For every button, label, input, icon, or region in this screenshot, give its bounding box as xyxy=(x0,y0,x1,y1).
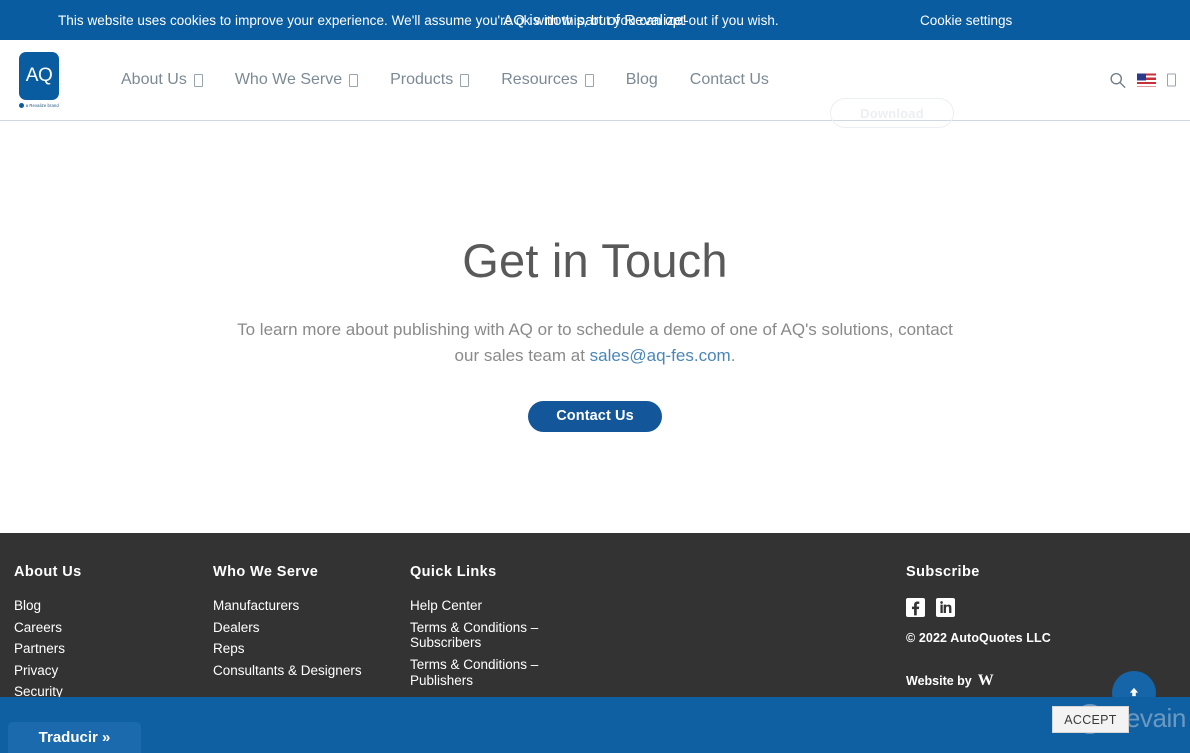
footer-link-blog[interactable]: Blog xyxy=(14,598,213,613)
nav-label: Products xyxy=(390,71,454,88)
footer-link-dealers[interactable]: Dealers xyxy=(213,620,410,635)
aq-logo-icon: AQ xyxy=(19,52,59,100)
nav-label: About Us xyxy=(121,71,187,88)
logo-tagline: a Revalize brand xyxy=(19,103,59,108)
cookie-banner-text: This website uses cookies to improve you… xyxy=(58,13,779,28)
footer-column-about-us: About Us Blog Careers Partners Privacy S… xyxy=(14,564,213,706)
footer-column-who-we-serve: Who We Serve Manufacturers Dealers Reps … xyxy=(213,564,410,706)
linkedin-icon[interactable] xyxy=(936,598,955,617)
search-icon[interactable] xyxy=(1109,72,1126,89)
nav-item-resources[interactable]: Resources xyxy=(485,71,609,89)
footer-heading: Who We Serve xyxy=(213,564,319,580)
page-title: Get in Touch xyxy=(462,234,728,287)
footer-link-consultants[interactable]: Consultants & Designers xyxy=(213,663,410,678)
logo-tagline-text: a Revalize brand xyxy=(25,103,59,108)
flag-canton xyxy=(1137,73,1146,81)
nav-label: Who We Serve xyxy=(234,71,343,88)
nav-item-about-us[interactable]: About Us xyxy=(105,71,219,89)
nav-label: Contact Us xyxy=(689,71,769,88)
facebook-icon[interactable] xyxy=(906,598,925,617)
footer-columns: About Us Blog Careers Partners Privacy S… xyxy=(14,564,1176,706)
intro-text-after: . xyxy=(730,346,736,365)
agency-logo-icon[interactable]: W xyxy=(978,672,994,690)
download-button[interactable]: Download xyxy=(830,98,954,128)
footer-link-terms-subscribers[interactable]: Terms & Conditions – Subscribers xyxy=(410,620,560,651)
footer-link-partners[interactable]: Partners xyxy=(14,641,213,656)
chevron-down-icon xyxy=(349,73,359,87)
primary-nav: About Us Who We Serve Products Resources… xyxy=(105,71,785,89)
header-utilities xyxy=(1109,72,1176,89)
cookie-accept-button[interactable]: ACCEPT xyxy=(1052,706,1129,733)
cookie-consent-banner xyxy=(0,697,1190,753)
site-header: AQ a Revalize brand About Us Who We Serv… xyxy=(0,40,1190,128)
main-content: Get in Touch To learn more about publish… xyxy=(0,121,1190,573)
contact-us-button[interactable]: Contact Us xyxy=(528,401,662,432)
logo-text: AQ xyxy=(25,65,53,86)
nav-item-products[interactable]: Products xyxy=(374,71,485,89)
chevron-down-icon[interactable] xyxy=(1167,73,1176,87)
page-root: AQ is now part of Revalize! AQ a Revaliz… xyxy=(0,0,1190,753)
revalize-dot-icon xyxy=(19,103,25,108)
footer-heading: About Us xyxy=(14,564,82,580)
footer-column-quick-links: Quick Links Help Center Terms & Conditio… xyxy=(410,564,906,706)
translate-label: Traducir » xyxy=(38,729,111,746)
nav-item-who-we-serve[interactable]: Who We Serve xyxy=(219,71,374,89)
nav-label: Blog xyxy=(625,71,658,88)
download-label: Download xyxy=(860,105,924,121)
footer-heading: Quick Links xyxy=(410,564,497,580)
footer-link-privacy[interactable]: Privacy xyxy=(14,663,213,678)
intro-paragraph: To learn more about publishing with AQ o… xyxy=(230,317,960,369)
copyright-text: © 2022 AutoQuotes LLC xyxy=(906,631,1051,645)
chevron-down-icon xyxy=(584,73,594,87)
site-logo[interactable]: AQ a Revalize brand xyxy=(16,52,62,108)
nav-item-contact-us[interactable]: Contact Us xyxy=(674,71,785,89)
social-links xyxy=(906,598,1176,617)
footer-link-terms-publishers[interactable]: Terms & Conditions – Publishers xyxy=(410,657,560,688)
footer-link-manufacturers[interactable]: Manufacturers xyxy=(213,598,410,613)
footer-heading: Subscribe xyxy=(906,564,980,580)
us-flag-icon[interactable] xyxy=(1137,73,1156,87)
footer-link-help-center[interactable]: Help Center xyxy=(410,598,560,613)
nav-label: Resources xyxy=(501,71,578,88)
sales-email-link[interactable]: sales@aq-fes.com xyxy=(590,346,731,365)
nav-item-blog[interactable]: Blog xyxy=(610,71,674,89)
translate-widget-button[interactable]: Traducir » xyxy=(8,722,141,753)
cookie-settings-link[interactable]: Cookie settings xyxy=(920,13,1012,28)
footer-link-careers[interactable]: Careers xyxy=(14,620,213,635)
chevron-down-icon xyxy=(193,73,203,87)
website-by-label: Website by xyxy=(906,674,972,688)
chevron-down-icon xyxy=(460,73,470,87)
footer-link-reps[interactable]: Reps xyxy=(213,641,410,656)
